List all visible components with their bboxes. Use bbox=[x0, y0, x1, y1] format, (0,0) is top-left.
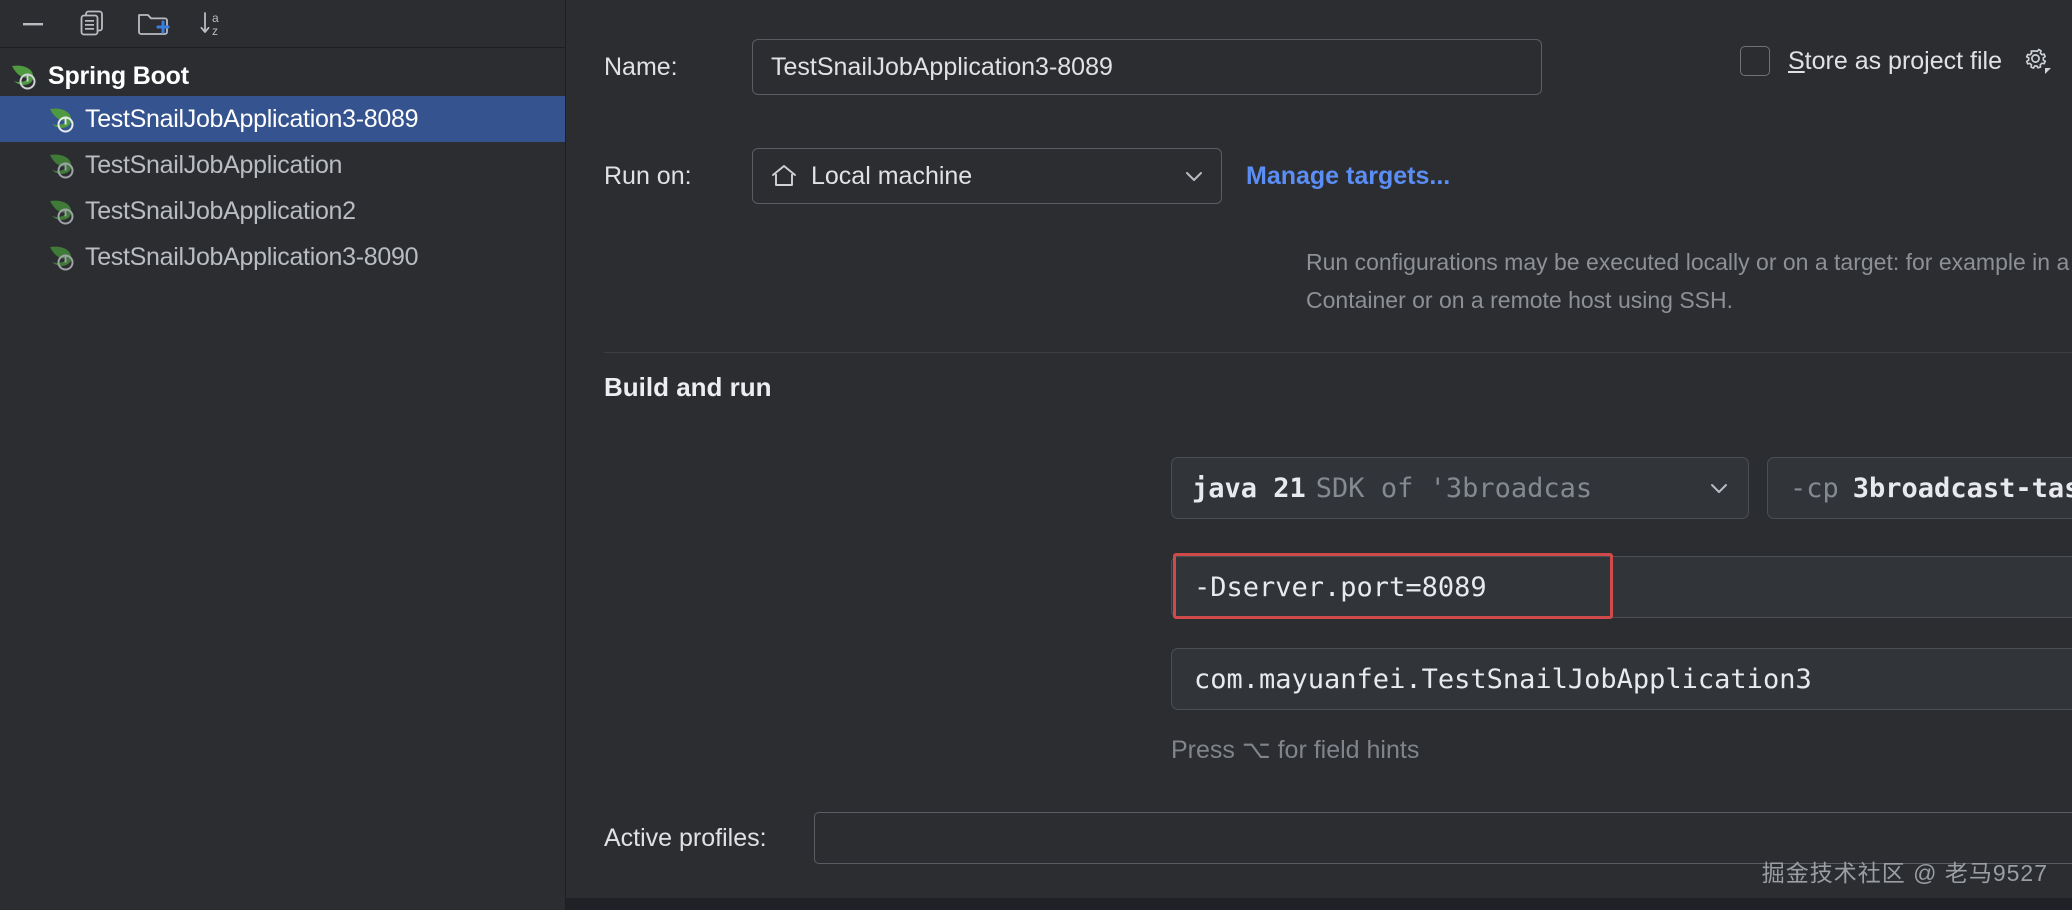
name-input-value: TestSnailJobApplication3-8089 bbox=[771, 53, 1113, 82]
gear-icon[interactable] bbox=[2020, 44, 2054, 78]
config-item-label: TestSnailJobApplication3-8090 bbox=[85, 243, 418, 272]
run-on-row: Run on: Local machine Manage targets... bbox=[604, 148, 1450, 204]
new-folder-button[interactable] bbox=[134, 7, 172, 41]
tree-group-label: Spring Boot bbox=[48, 62, 189, 91]
store-as-project-file-label[interactable]: Store as project file bbox=[1788, 47, 2002, 76]
jdk-combo[interactable]: java 21 SDK of '3broadcas bbox=[1171, 457, 1749, 519]
main-class-field[interactable]: com.mayuanfei.TestSnailJobApplication3 bbox=[1171, 648, 2072, 710]
configurations-tree: Spring Boot TestSnailJobApplication3-808… bbox=[0, 48, 565, 910]
name-label: Name: bbox=[604, 53, 752, 82]
chevron-down-icon bbox=[1706, 475, 1732, 501]
spring-boot-icon bbox=[8, 59, 42, 93]
bottom-cutoff-strip bbox=[566, 898, 2072, 910]
spring-boot-icon bbox=[46, 194, 80, 228]
folder-plus-icon bbox=[136, 8, 170, 40]
chevron-down-icon bbox=[1181, 163, 1207, 189]
classpath-module: 3broadcast-task bbox=[1853, 473, 2072, 504]
config-item-2[interactable]: TestSnailJobApplication2 bbox=[0, 188, 565, 234]
spring-boot-icon bbox=[46, 240, 80, 274]
jdk-name: java 21 bbox=[1192, 473, 1306, 504]
store-as-project-file-group: Store as project file bbox=[1740, 44, 2054, 78]
svg-text:z: z bbox=[212, 24, 218, 38]
build-and-run-title: Build and run bbox=[604, 372, 772, 403]
name-input[interactable]: TestSnailJobApplication3-8089 bbox=[752, 39, 1542, 95]
sidebar-toolbar: a z bbox=[0, 0, 565, 48]
classpath-flag: -cp bbox=[1790, 473, 1839, 504]
store-as-project-file-checkbox[interactable] bbox=[1740, 46, 1770, 76]
configurations-sidebar: a z Spring Boot TestSn bbox=[0, 0, 566, 910]
home-icon bbox=[769, 161, 799, 191]
jdk-description: SDK of '3broadcas bbox=[1316, 473, 1696, 504]
build-and-run-header: Build and run Modify options ⌥M bbox=[604, 372, 2072, 403]
configuration-editor-panel: Name: TestSnailJobApplication3-8089 Stor… bbox=[566, 0, 2072, 910]
sort-configurations-button[interactable]: a z bbox=[194, 7, 232, 41]
run-on-combo[interactable]: Local machine bbox=[752, 148, 1222, 204]
copy-configuration-button[interactable] bbox=[74, 7, 112, 41]
run-on-label: Run on: bbox=[604, 162, 752, 191]
config-item-1[interactable]: TestSnailJobApplication bbox=[0, 142, 565, 188]
config-item-0[interactable]: TestSnailJobApplication3-8089 bbox=[0, 96, 565, 142]
spring-boot-icon bbox=[46, 102, 80, 136]
run-on-hint: Run configurations may be executed local… bbox=[1306, 243, 2072, 319]
config-item-3[interactable]: TestSnailJobApplication3-8090 bbox=[0, 234, 565, 280]
vm-options-field[interactable]: -Dserver.port=8089 bbox=[1171, 556, 2072, 618]
jdk-classpath-row: java 21 SDK of '3broadcas -cp 3broadcast… bbox=[1171, 457, 2072, 519]
main-class-value: com.mayuanfei.TestSnailJobApplication3 bbox=[1194, 664, 2072, 695]
manage-targets-link[interactable]: Manage targets... bbox=[1246, 162, 1450, 191]
minus-icon bbox=[18, 9, 48, 39]
tree-group-spring-boot[interactable]: Spring Boot bbox=[0, 56, 565, 96]
active-profiles-label: Active profiles: bbox=[604, 824, 814, 853]
sort-a-z-icon: a z bbox=[197, 8, 229, 40]
section-divider bbox=[604, 352, 2072, 353]
watermark: 掘金技术社区 @ 老马9527 bbox=[1762, 854, 2048, 888]
config-item-label: TestSnailJobApplication3-8089 bbox=[85, 105, 418, 134]
spring-boot-icon bbox=[46, 148, 80, 182]
store-label-rest: tore as project file bbox=[1805, 47, 2002, 75]
vm-options-value: -Dserver.port=8089 bbox=[1194, 572, 2072, 603]
copy-icon bbox=[77, 8, 109, 40]
classpath-combo[interactable]: -cp 3broadcast-task bbox=[1767, 457, 2072, 519]
store-mnemonic: S bbox=[1788, 47, 1805, 75]
config-item-label: TestSnailJobApplication2 bbox=[85, 197, 356, 226]
remove-configuration-button[interactable] bbox=[14, 7, 52, 41]
field-hint-text: Press ⌥ for field hints bbox=[1171, 735, 1419, 765]
run-configurations-dialog: a z Spring Boot TestSn bbox=[0, 0, 2072, 910]
run-on-value: Local machine bbox=[811, 162, 1169, 191]
config-item-label: TestSnailJobApplication bbox=[85, 151, 342, 180]
svg-text:a: a bbox=[212, 11, 219, 25]
